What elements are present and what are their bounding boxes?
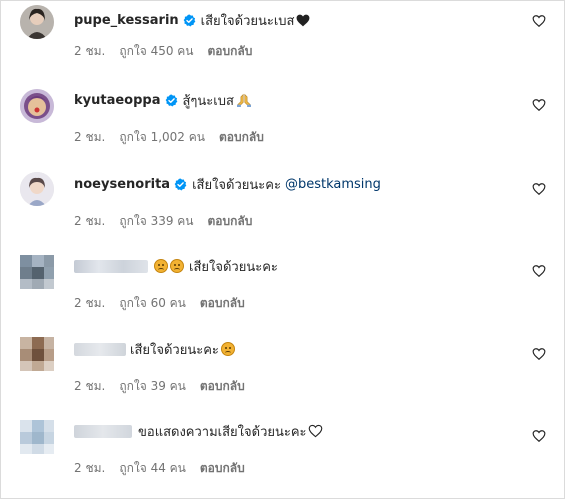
blurred-username[interactable] xyxy=(74,342,126,356)
reply-button[interactable]: ตอบกลับ xyxy=(208,42,253,61)
comment-time[interactable]: 2 ชม. xyxy=(74,459,105,478)
avatar-image xyxy=(20,5,54,39)
black-heart-icon xyxy=(296,14,309,26)
comment-item: เสียใจด้วยนะคะ 2 ชม. ถูกใจ 39 คน ตอบกลับ xyxy=(0,333,565,413)
comment-meta: 2 ชม. ถูกใจ 60 คน ตอบกลับ xyxy=(74,294,245,313)
heart-outline-icon[interactable] xyxy=(532,264,546,278)
comment-text: เสียใจด้วยนะเบส xyxy=(200,13,295,29)
reply-button[interactable]: ตอบกลับ xyxy=(200,294,245,313)
avatar-image xyxy=(20,172,54,206)
comment-line: noeysenorita เสียใจด้วยนะคะ @bestkamsing xyxy=(74,174,381,194)
avatar-image xyxy=(20,420,54,454)
comment-item: noeysenorita เสียใจด้วยนะคะ @bestkamsing… xyxy=(0,168,565,248)
comment-item: pupe_kessarin เสียใจด้วยนะเบส 2 ชม. ถูกใ… xyxy=(0,0,565,80)
comment-line: ขอแสดงความเสียใจด้วยนะคะ xyxy=(74,421,323,441)
comment-meta: 2 ชม. ถูกใจ 450 คน ตอบกลับ xyxy=(74,42,252,61)
reply-button[interactable]: ตอบกลับ xyxy=(200,459,245,478)
avatar[interactable] xyxy=(20,337,54,371)
heart-outline-icon[interactable] xyxy=(532,98,546,112)
comment-time[interactable]: 2 ชม. xyxy=(74,128,105,147)
comment-line: เสียใจด้วยนะคะ xyxy=(74,339,237,359)
heart-outline-icon[interactable] xyxy=(532,429,546,443)
comment-meta: 2 ชม. ถูกใจ 39 คน ตอบกลับ xyxy=(74,377,245,396)
comment-username[interactable]: noeysenorita xyxy=(74,177,170,192)
white-heart-icon xyxy=(308,424,322,438)
comment-likes[interactable]: ถูกใจ 339 คน xyxy=(119,212,193,231)
comment-item: kyutaeoppa สู้ๆนะเบส 2 ชม. ถูกใจ 1,002 ค… xyxy=(0,84,565,164)
verified-badge-icon xyxy=(174,177,187,191)
avatar-image xyxy=(20,89,54,123)
blurred-username[interactable] xyxy=(74,259,148,273)
avatar[interactable] xyxy=(20,420,54,454)
comment-meta: 2 ชม. ถูกใจ 339 คน ตอบกลับ xyxy=(74,212,252,231)
folded-hands-icon xyxy=(236,93,251,107)
heart-outline-icon[interactable] xyxy=(532,347,546,361)
comment-item: เสียใจด้วยนะคะ 2 ชม. ถูกใจ 60 คน ตอบกลับ xyxy=(0,250,565,330)
comment-likes[interactable]: ถูกใจ 1,002 คน xyxy=(119,128,205,147)
reply-button[interactable]: ตอบกลับ xyxy=(200,377,245,396)
heart-outline-icon[interactable] xyxy=(532,14,546,28)
comment-item: ขอแสดงความเสียใจด้วยนะคะ 2 ชม. ถูกใจ 44 … xyxy=(0,415,565,495)
comment-time[interactable]: 2 ชม. xyxy=(74,377,105,396)
avatar[interactable] xyxy=(20,172,54,206)
comment-time[interactable]: 2 ชม. xyxy=(74,212,105,231)
comment-meta: 2 ชม. ถูกใจ 1,002 คน ตอบกลับ xyxy=(74,128,264,147)
comment-time[interactable]: 2 ชม. xyxy=(74,294,105,313)
comment-text: เสียใจด้วยนะคะ xyxy=(189,259,278,275)
avatar-image xyxy=(20,337,54,371)
avatar[interactable] xyxy=(20,89,54,123)
reply-button[interactable]: ตอบกลับ xyxy=(219,128,264,147)
comment-likes[interactable]: ถูกใจ 450 คน xyxy=(119,42,193,61)
comment-text: เสียใจด้วยนะคะ xyxy=(192,177,281,193)
comment-line: เสียใจด้วยนะคะ xyxy=(74,256,278,276)
comment-text: สู้ๆนะเบส xyxy=(182,93,234,109)
comment-username[interactable]: pupe_kessarin xyxy=(74,13,179,28)
sad-face-icon xyxy=(220,342,237,357)
mention-link[interactable]: @bestkamsing xyxy=(285,177,381,192)
sad-face-icon xyxy=(154,259,186,274)
comment-text: เสียใจด้วยนะคะ xyxy=(130,342,219,358)
comment-line: kyutaeoppa สู้ๆนะเบส xyxy=(74,90,252,110)
comment-text: ขอแสดงความเสียใจด้วยนะคะ xyxy=(138,424,307,440)
reply-button[interactable]: ตอบกลับ xyxy=(208,212,253,231)
avatar-image xyxy=(20,255,54,289)
comment-meta: 2 ชม. ถูกใจ 44 คน ตอบกลับ xyxy=(74,459,245,478)
comment-line: pupe_kessarin เสียใจด้วยนะเบส xyxy=(74,10,310,30)
comment-likes[interactable]: ถูกใจ 60 คน xyxy=(119,294,186,313)
avatar[interactable] xyxy=(20,255,54,289)
verified-badge-icon xyxy=(183,13,196,27)
comment-time[interactable]: 2 ชม. xyxy=(74,42,105,61)
verified-badge-icon xyxy=(165,93,177,107)
heart-outline-icon[interactable] xyxy=(532,182,546,196)
avatar[interactable] xyxy=(20,5,54,39)
blurred-username[interactable] xyxy=(74,424,132,438)
comment-username[interactable]: kyutaeoppa xyxy=(74,93,161,108)
comment-likes[interactable]: ถูกใจ 44 คน xyxy=(119,459,186,478)
comment-likes[interactable]: ถูกใจ 39 คน xyxy=(119,377,186,396)
